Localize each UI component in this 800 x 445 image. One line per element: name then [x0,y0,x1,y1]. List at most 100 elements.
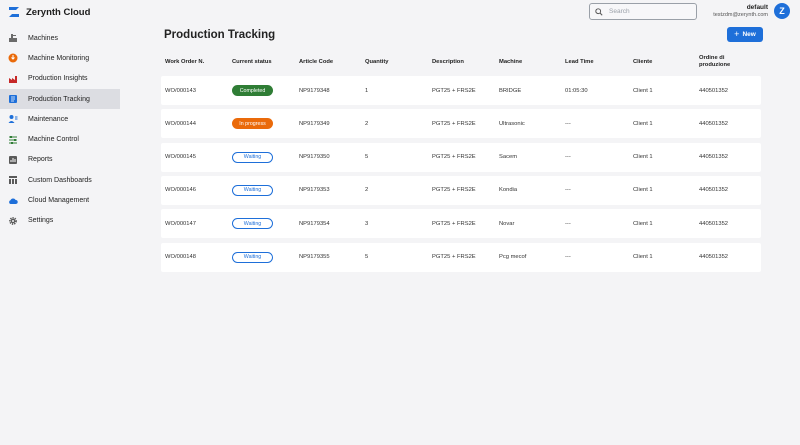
sidebar-item-label: Reports [28,156,53,164]
page-title: Production Tracking [164,29,276,41]
status-badge: In progress [232,118,273,130]
column-header[interactable]: Machine [499,59,522,66]
sidebar-item-label: Production Tracking [28,95,90,103]
column-header[interactable]: Ordine di produzione [699,55,749,69]
control-icon [8,135,18,145]
search-input[interactable] [609,8,689,15]
status-cell: Waiting [232,176,273,205]
column-header[interactable]: Work Order N. [165,59,204,66]
machine-cell: Novar [499,220,515,227]
status-badge: Completed [232,85,273,96]
column-header[interactable]: Description [432,59,464,66]
order-cell: 440501352 [699,87,729,94]
sidebar-item-production-insights[interactable]: Production Insights [0,69,120,89]
status-badge: Waiting [232,151,273,163]
dashboard-icon [8,175,18,185]
order-cell: 440501352 [699,254,729,260]
status-badge: Waiting [232,184,273,196]
sidebar-item-maintenance[interactable]: Maintenance [0,109,120,129]
machine-cell: Kondia [499,187,518,194]
user-name: default [746,4,768,11]
machines-icon [8,33,18,43]
description-cell: PGT25 + FRS2E [432,120,476,127]
zerynth-logo-icon [9,7,19,17]
column-header[interactable]: Current status [232,59,272,66]
sidebar-item-label: Cloud Management [28,197,90,205]
sidebar: Machines Machine Monitoring Production I… [0,28,120,231]
column-header[interactable]: Article Code [299,59,333,66]
status-badge: Waiting [232,251,273,263]
article-code-cell: NP9179349 [299,120,330,127]
machine-cell: Sacem [499,154,518,161]
column-header[interactable]: Quantity [365,59,389,66]
article-code-cell: NP9179353 [299,187,330,194]
lead-time-cell: --- [565,220,571,227]
description-cell: PGT25 + FRS2E [432,187,476,194]
sidebar-item-machine-monitoring[interactable]: Machine Monitoring [0,48,120,68]
user-email: testzdm@zerynth.com [713,12,768,18]
client-cell: Client 1 [633,187,653,194]
status-cell: Waiting [232,209,273,238]
column-header[interactable]: Lead Time [565,59,594,66]
top-bar: Zerynth Cloud default testzdm@zerynth.co… [0,0,800,26]
avatar[interactable]: Z [774,3,790,19]
table-row[interactable]: WO/000145 Waiting NP9179350 5 PGT25 + FRS2E S… [161,142,761,172]
lead-time-cell: --- [565,120,571,127]
table-row[interactable]: WO/000144 In progress NP9179349 2 PGT25 + FR… [161,109,761,139]
tracking-icon [8,94,18,104]
status-cell: Completed [232,76,273,105]
sidebar-item-label: Maintenance [28,115,69,123]
status-cell: Waiting [232,243,273,272]
description-cell: PGT25 + FRS2E [432,154,476,161]
quantity-cell: 2 [365,187,369,194]
sidebar-item-reports[interactable]: Reports [0,150,120,170]
status-cell: In progress [232,109,273,138]
status-cell: Waiting [232,143,273,172]
column-header[interactable]: Cliente [633,59,652,66]
table-row[interactable]: WO/000147 Waiting NP9179354 3 PGT25 + FRS2E N… [161,209,761,239]
quantity-cell: 3 [365,220,369,227]
sidebar-item-label: Machine Control [28,136,79,144]
user-info: default testzdm@zerynth.com [713,4,768,18]
table-row[interactable]: WO/000148 Waiting NP9179355 5 PGT25 + FRS2E P… [161,242,761,272]
work-order-cell: WO/000147 [165,220,196,227]
sidebar-item-label: Custom Dashboards [28,176,92,184]
maintenance-icon [8,114,18,124]
sidebar-item-label: Machine Monitoring [28,54,90,62]
sidebar-item-machines[interactable]: Machines [0,28,120,48]
machine-cell: Pcg mecof [499,254,527,260]
sidebar-item-custom-dashboards[interactable]: Custom Dashboards [0,170,120,190]
quantity-cell: 5 [365,254,369,260]
sidebar-item-label: Production Insights [28,75,88,83]
article-code-cell: NP9179350 [299,154,330,161]
work-order-cell: WO/000146 [165,187,196,194]
client-cell: Client 1 [633,154,653,161]
gear-icon [8,216,18,226]
monitoring-icon [8,53,18,63]
client-cell: Client 1 [633,254,653,260]
search-box[interactable] [589,3,697,20]
article-code-cell: NP9179355 [299,254,330,260]
order-cell: 440501352 [699,154,729,161]
sidebar-item-machine-control[interactable]: Machine Control [0,129,120,149]
sidebar-item-settings[interactable]: Settings [0,211,120,231]
sidebar-item-label: Settings [28,217,54,225]
table-row[interactable]: WO/000143 Completed NP9179348 1 PGT25 + FRS2… [161,76,761,105]
order-cell: 440501352 [699,187,729,194]
table-row[interactable]: WO/000146 Waiting NP9179353 2 PGT25 + FRS2E K… [161,175,761,205]
lead-time-cell: --- [565,254,571,260]
app-logo[interactable]: Zerynth Cloud [8,6,90,18]
lead-time-cell: --- [565,154,571,161]
lead-time-cell: --- [565,187,571,194]
sidebar-item-production-tracking[interactable]: Production Tracking [0,88,120,110]
description-cell: PGT25 + FRS2E [432,254,476,260]
table-header: Work Order N. Current status Article Cod… [161,54,764,76]
work-order-cell: WO/000143 [165,87,196,94]
factory-icon [8,74,18,84]
work-order-cell: WO/000144 [165,120,196,127]
new-button[interactable]: + New [727,27,763,42]
article-code-cell: NP9179348 [299,87,330,94]
sidebar-item-cloud-management[interactable]: Cloud Management [0,190,120,210]
sidebar-item-label: Machines [28,34,58,42]
article-code-cell: NP9179354 [299,220,330,227]
